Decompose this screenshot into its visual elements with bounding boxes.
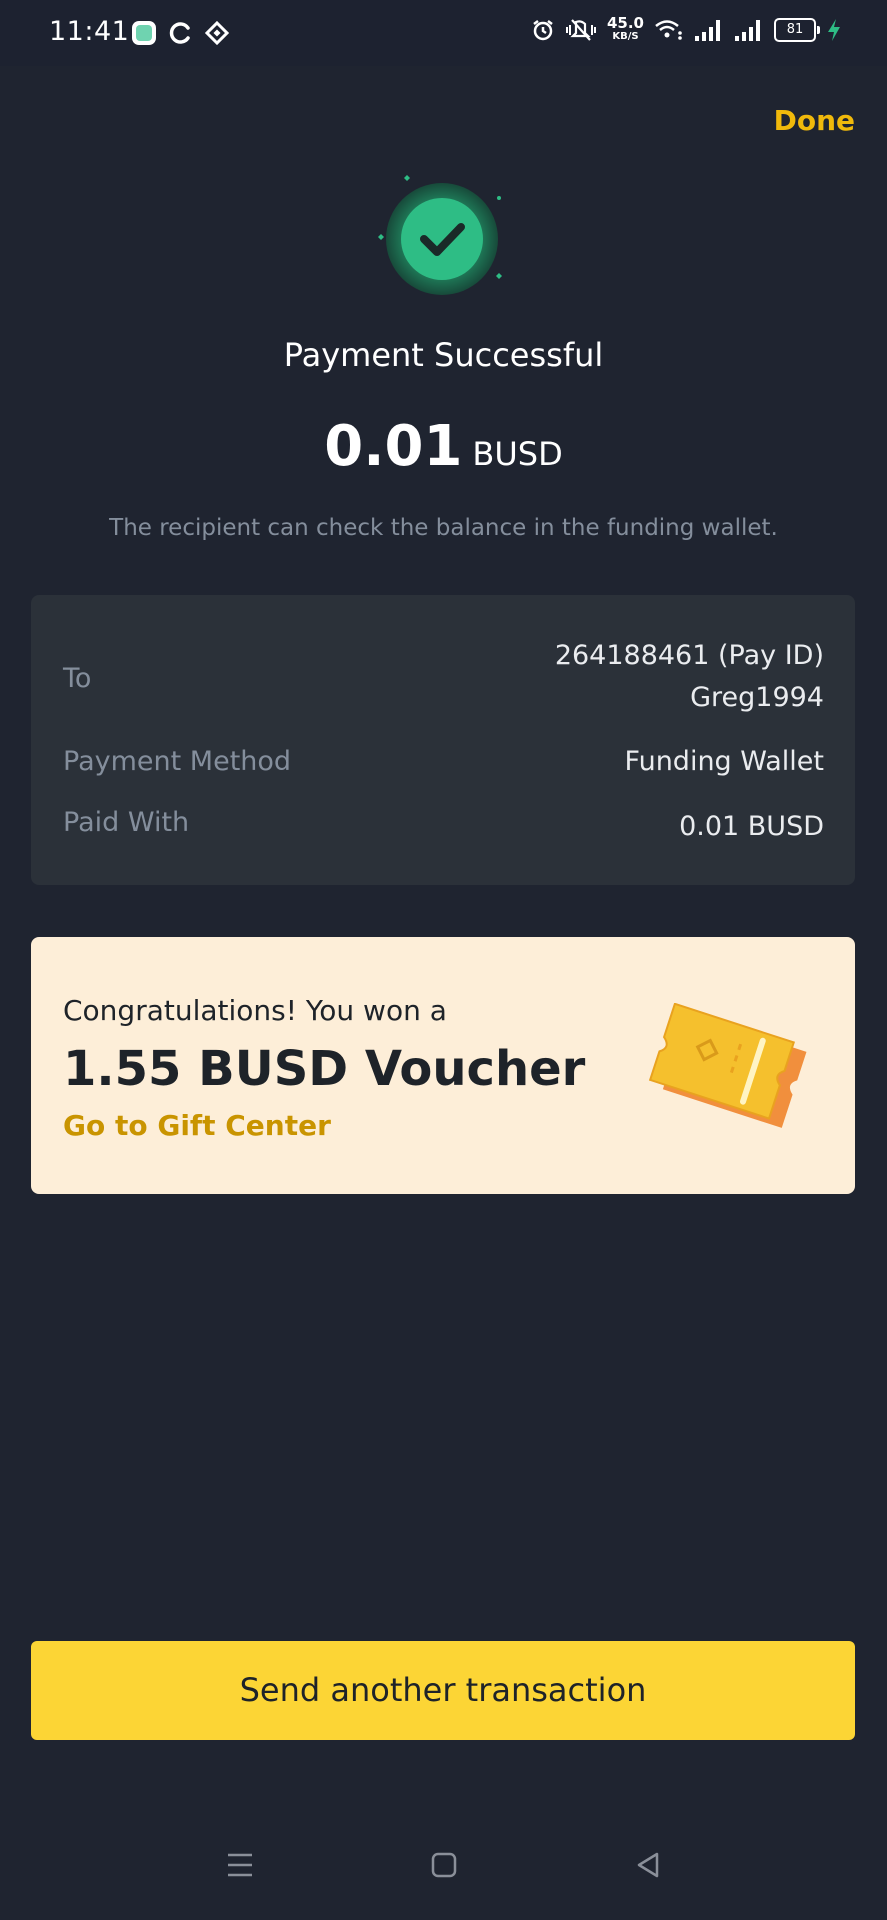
battery-icon: 81 bbox=[774, 18, 820, 42]
binance-icon bbox=[205, 21, 229, 45]
charging-icon bbox=[828, 19, 840, 41]
voucher-card[interactable]: Congratulations! You won a 1.55 BUSD Vou… bbox=[31, 937, 855, 1194]
amount-value: 0.01 bbox=[324, 414, 463, 479]
status-right-icons: 45.0 KB/S 81 bbox=[531, 16, 842, 44]
wifi-icon bbox=[655, 20, 682, 40]
mute-icon bbox=[565, 19, 596, 41]
done-button[interactable]: Done bbox=[774, 104, 855, 137]
alarm-icon bbox=[533, 20, 553, 41]
home-icon[interactable] bbox=[424, 1845, 464, 1885]
menu-icon[interactable] bbox=[220, 1845, 260, 1885]
to-username: Greg1994 bbox=[690, 682, 824, 713]
status-time: 11:41 bbox=[49, 16, 130, 47]
payment-success-screen: 11:41 45.0 KB/S 81 Done Payment Successf… bbox=[0, 0, 887, 1920]
signal-icon bbox=[735, 20, 760, 41]
send-another-transaction-button[interactable]: Send another transaction bbox=[31, 1641, 855, 1740]
to-pay-id: 264188461 (Pay ID) bbox=[554, 640, 824, 671]
status-left-icons bbox=[131, 20, 229, 46]
page-title: Payment Successful bbox=[283, 336, 604, 374]
system-nav-bar bbox=[0, 1825, 887, 1920]
payment-method-value: Funding Wallet bbox=[624, 746, 824, 777]
gift-center-link[interactable]: Go to Gift Center bbox=[63, 1109, 331, 1142]
voucher-ticket-icon bbox=[648, 1003, 807, 1128]
payment-details-card: To 264188461 (Pay ID) Greg1994 Payment M… bbox=[31, 595, 855, 885]
network-speed-unit: KB/S bbox=[612, 31, 639, 42]
success-check-icon bbox=[378, 175, 502, 295]
payment-method-label: Payment Method bbox=[63, 746, 292, 777]
back-icon[interactable] bbox=[628, 1845, 668, 1885]
signal-icon bbox=[695, 20, 720, 41]
paid-with-value: 0.01 BUSD bbox=[679, 811, 824, 842]
c-icon bbox=[169, 22, 190, 44]
app-icon bbox=[132, 21, 156, 45]
voucher-amount: 1.55 BUSD Voucher bbox=[63, 1041, 586, 1097]
paid-with-label: Paid With bbox=[63, 807, 190, 838]
to-label: To bbox=[63, 663, 92, 694]
amount-currency: BUSD bbox=[472, 435, 563, 473]
voucher-congrats-text: Congratulations! You won a bbox=[63, 994, 447, 1027]
recipient-note: The recipient can check the balance in t… bbox=[109, 515, 778, 541]
payment-amount: 0.01 BUSD bbox=[0, 414, 887, 479]
network-speed: 45.0 KB/S bbox=[607, 16, 644, 44]
status-bar: 11:41 45.0 KB/S 81 bbox=[0, 0, 887, 66]
